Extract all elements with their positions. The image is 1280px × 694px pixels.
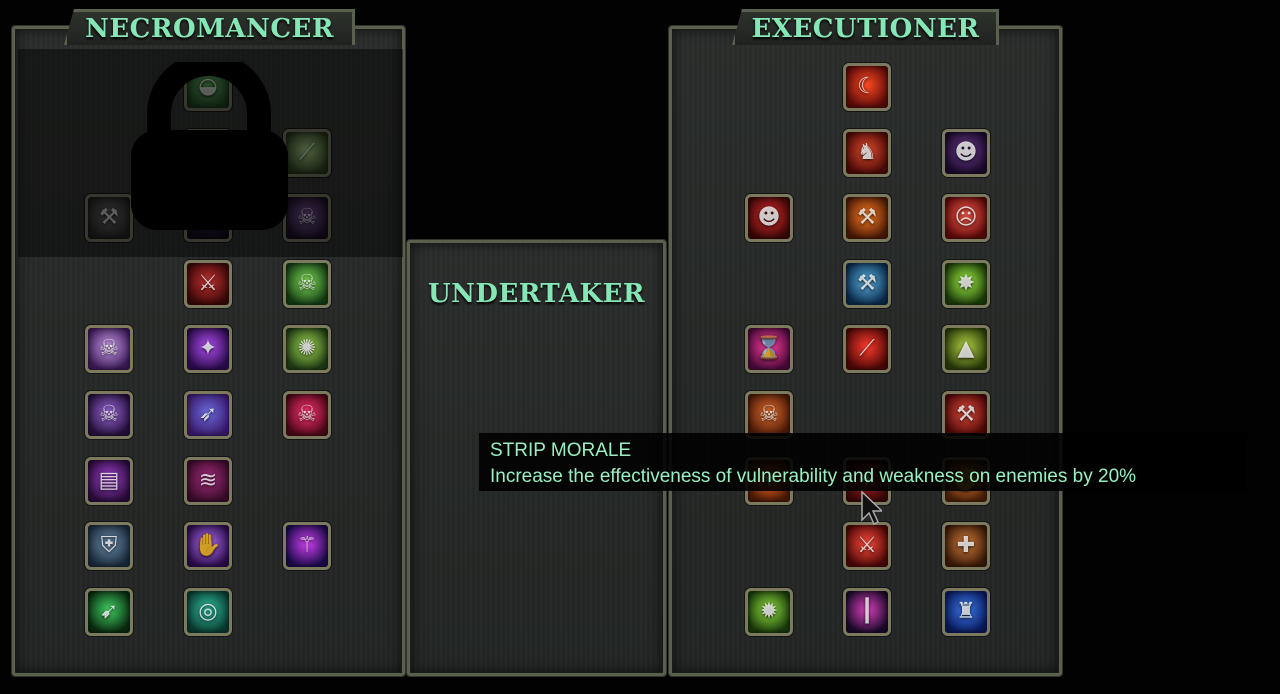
ice-axe-glyph: ⚒	[857, 271, 877, 296]
rune-circle-skill-icon[interactable]: ◎	[184, 588, 232, 636]
poison-skull-glyph: ☠	[297, 271, 317, 296]
shovel-glyph: ⚒	[99, 205, 119, 230]
arcane-orb-skill-icon[interactable]: ✦	[184, 325, 232, 373]
burning-skull-glyph: ☠	[759, 402, 779, 427]
dark-knight-glyph: ⛨	[100, 533, 118, 558]
blood-scythe-glyph: ☾	[857, 74, 877, 99]
summon-hands-glyph: ✋	[194, 533, 222, 558]
arcane-orb-glyph: ✦	[198, 336, 218, 361]
burning-skull-skill-icon[interactable]: ☠	[745, 391, 793, 439]
lock-icon	[131, 62, 288, 230]
summon-hands-skill-icon[interactable]: ✋	[184, 522, 232, 570]
crimson-skull-skill-icon[interactable]: ☠	[283, 391, 331, 439]
hourglass-glyph: ⌛	[755, 336, 783, 361]
spiked-mace-glyph: ✹	[759, 599, 779, 624]
green-arrow-glyph: ➹	[99, 599, 119, 624]
spear-throw-glyph: ➶	[198, 402, 218, 427]
necromancer-title: NECROMANCER	[85, 13, 334, 44]
fire-hammer-skill-icon[interactable]: ⚒	[843, 194, 891, 242]
mouse-cursor-icon	[861, 490, 882, 526]
bloody-claws-skill-icon[interactable]: ⚔	[184, 260, 232, 308]
tooltip-title: STRIP MORALE	[490, 440, 632, 461]
void-beam-glyph: ┃	[860, 599, 874, 624]
executioner-title: EXECUTIONER	[751, 13, 980, 44]
purple-skeleton-skill-icon[interactable]: ☠	[85, 325, 133, 373]
skull-sigil-glyph: ☠	[99, 402, 119, 427]
shadow-cards-glyph: ▤	[98, 468, 120, 493]
magic-staff-glyph: ⚚	[297, 533, 317, 558]
dark-claw-skill-icon[interactable]: ≋	[184, 457, 232, 505]
blue-warrior-glyph: ♜	[956, 599, 976, 624]
crimson-skull-glyph: ☠	[297, 402, 317, 427]
tooltip-description: Increase the effectiveness of vulnerabil…	[490, 466, 1137, 487]
executioner-tab[interactable]: EXECUTIONER	[732, 9, 999, 45]
skull-sigil-skill-icon[interactable]: ☠	[85, 391, 133, 439]
demon-face-glyph: ☻	[757, 205, 781, 230]
war-hammer-glyph: ⚒	[956, 402, 976, 427]
venom-burst-glyph: ✸	[956, 271, 976, 296]
blood-scythe-skill-icon[interactable]: ☾	[843, 63, 891, 111]
magic-staff-skill-icon[interactable]: ⚚	[283, 522, 331, 570]
poison-skull-skill-icon[interactable]: ☠	[283, 260, 331, 308]
shadow-beast-skill-icon[interactable]: ☻	[942, 129, 990, 177]
spear-throw-skill-icon[interactable]: ➶	[184, 391, 232, 439]
shovel-skill-icon[interactable]: ⚒	[85, 194, 133, 242]
blue-warrior-skill-icon[interactable]: ♜	[942, 588, 990, 636]
green-spirit-skill-icon[interactable]: ✺	[283, 325, 331, 373]
necromancer-tab[interactable]: NECROMANCER	[64, 9, 355, 45]
rage-face-skill-icon[interactable]: ☹	[942, 194, 990, 242]
demon-helm-skill-icon[interactable]: ♞	[843, 129, 891, 177]
void-beam-skill-icon[interactable]: ┃	[843, 588, 891, 636]
shadow-beast-glyph: ☻	[954, 140, 978, 165]
rage-face-glyph: ☹	[954, 205, 978, 230]
dark-claw-glyph: ≋	[198, 468, 218, 493]
green-shards-glyph: ▲	[957, 336, 975, 361]
war-hammer-skill-icon[interactable]: ⚒	[942, 391, 990, 439]
demon-face-skill-icon[interactable]: ☻	[745, 194, 793, 242]
dark-knight-skill-icon[interactable]: ⛨	[85, 522, 133, 570]
heal-cross-glyph: ✚	[956, 533, 976, 558]
purple-skeleton-glyph: ☠	[99, 336, 119, 361]
green-shards-skill-icon[interactable]: ▲	[942, 325, 990, 373]
fire-hammer-glyph: ⚒	[857, 205, 877, 230]
green-slash-glyph: ⟋	[299, 140, 315, 165]
ice-axe-skill-icon[interactable]: ⚒	[843, 260, 891, 308]
hourglass-skill-icon[interactable]: ⌛	[745, 325, 793, 373]
undertaker-title: UNDERTAKER	[427, 279, 646, 309]
shadow-cards-skill-icon[interactable]: ▤	[85, 457, 133, 505]
heal-cross-skill-icon[interactable]: ✚	[942, 522, 990, 570]
rune-circle-glyph: ◎	[198, 599, 218, 624]
blood-slash-skill-icon[interactable]: ⟋	[843, 325, 891, 373]
venom-burst-skill-icon[interactable]: ✸	[942, 260, 990, 308]
green-arrow-skill-icon[interactable]: ➹	[85, 588, 133, 636]
spiked-mace-skill-icon[interactable]: ✹	[745, 588, 793, 636]
blood-slash-glyph: ⟋	[859, 336, 875, 361]
bloody-claws-glyph: ⚔	[198, 271, 218, 296]
blade-cut-skill-icon[interactable]: ⚔	[843, 522, 891, 570]
skill-tooltip: STRIP MORALE Increase the effectiveness …	[479, 433, 1247, 491]
blade-cut-glyph: ⚔	[857, 533, 877, 558]
green-spirit-glyph: ✺	[297, 336, 317, 361]
demon-helm-glyph: ♞	[857, 140, 877, 165]
hooded-wraith-glyph: ☠	[297, 205, 317, 230]
